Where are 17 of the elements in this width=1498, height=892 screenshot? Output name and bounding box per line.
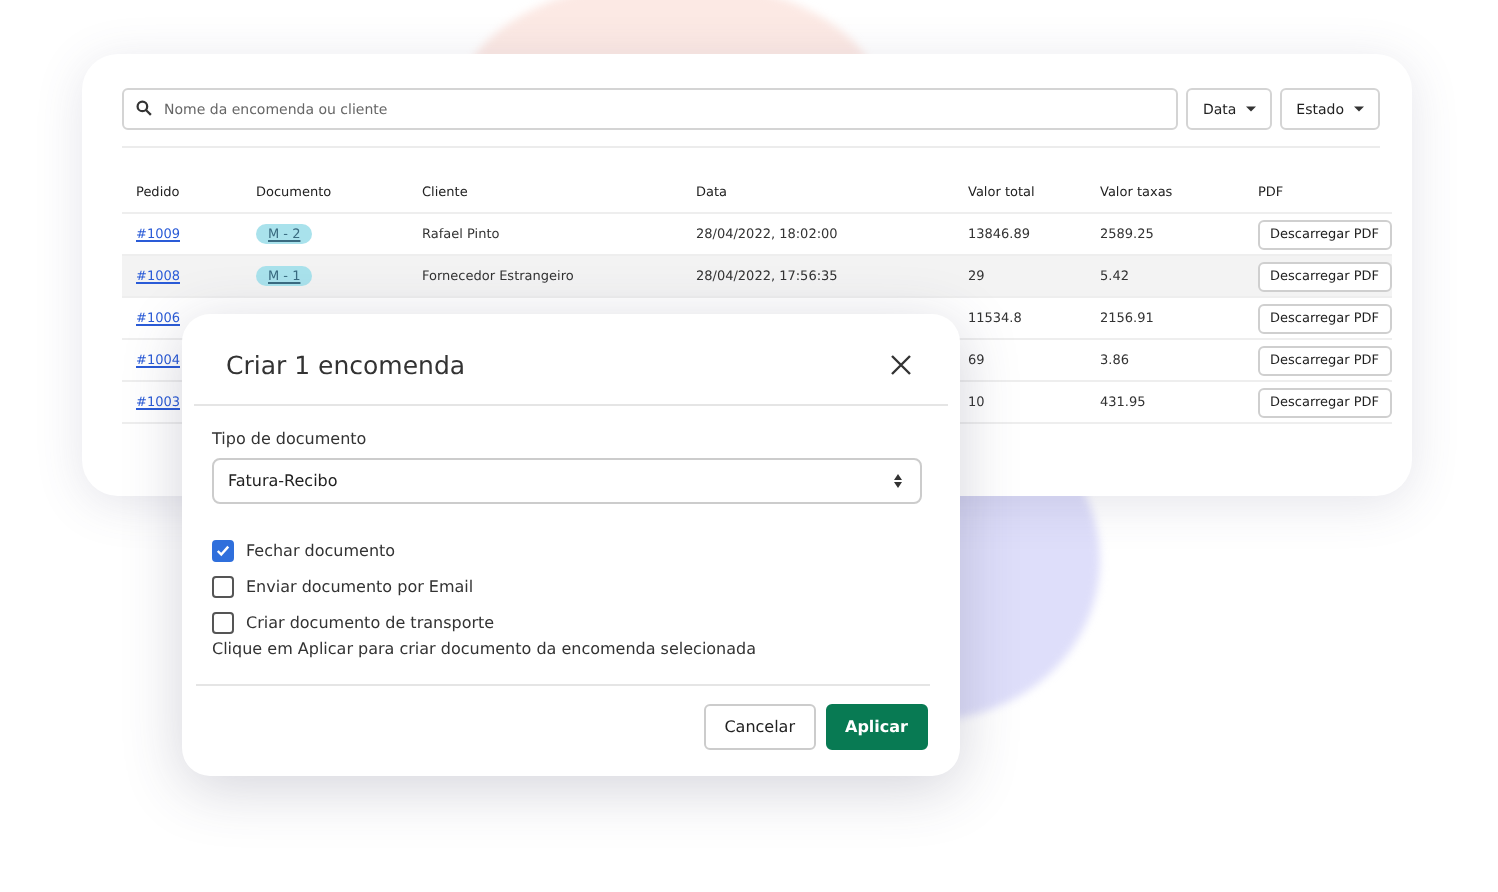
checkbox[interactable] — [212, 611, 234, 633]
caret-icon — [1354, 106, 1364, 112]
cancel-button[interactable]: Cancelar — [704, 704, 815, 750]
checkbox-label: Criar documento de transporte — [246, 613, 495, 631]
checkbox-label: Fechar documento — [246, 541, 396, 559]
checkbox-label: Enviar documento por Email — [246, 577, 474, 595]
help-text: Clique em Aplicar para criar documento da encomenda selecionada — [196, 640, 930, 686]
dialog-title: Criar 1 encomenda — [226, 350, 466, 380]
checkbox[interactable] — [212, 575, 234, 597]
field-label: Tipo de documento — [212, 430, 369, 448]
caret-icon — [1246, 106, 1257, 112]
checkbox[interactable] — [212, 539, 234, 561]
close-button[interactable] — [890, 354, 912, 376]
search-icon — [136, 100, 152, 116]
sort-arrows-icon — [894, 474, 902, 488]
document-type-select[interactable]: Fatura-Recibo — [212, 458, 922, 504]
apply-button[interactable]: Aplicar — [825, 704, 928, 750]
